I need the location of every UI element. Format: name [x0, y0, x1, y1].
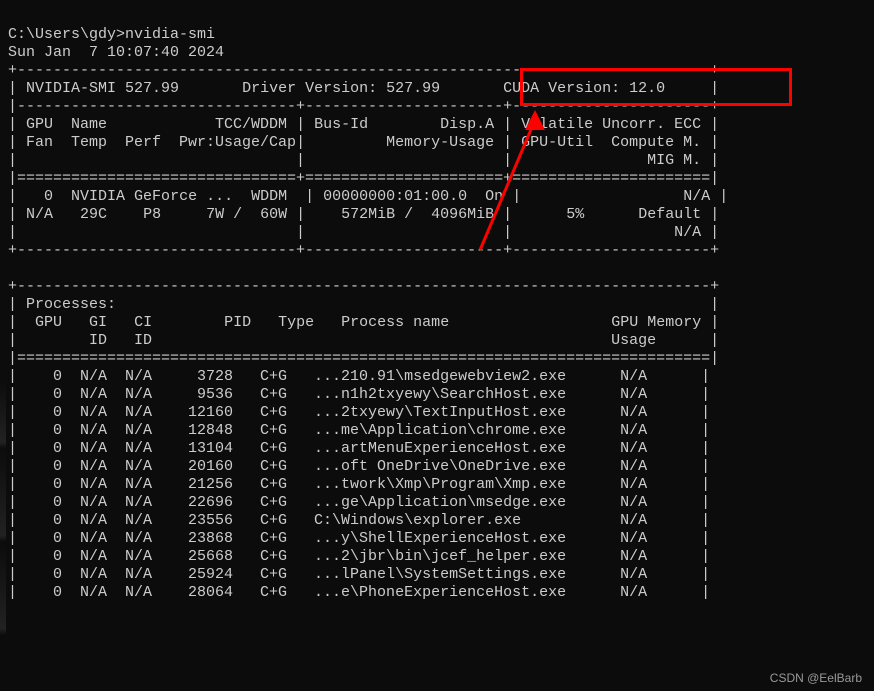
proc-header-gi: GI	[89, 314, 107, 331]
gpu-mode: WDDM	[251, 188, 287, 205]
driver-version: Driver Version: 527.99	[242, 80, 440, 97]
proc-header-name: Process name	[341, 314, 449, 331]
timestamp: Sun Jan 7 10:07:40 2024	[8, 44, 224, 61]
left-edge-decoration	[0, 380, 6, 691]
gpu-name: NVIDIA GeForce ...	[71, 188, 233, 205]
gpu-header-col1b: Fan Temp Perf Pwr:Usage/Cap	[26, 134, 296, 151]
gpu-fan: N/A	[26, 206, 53, 223]
gpu-perf: P8	[143, 206, 161, 223]
gpu-pwr: 7W / 60W	[206, 206, 287, 223]
terminal-output: C:\Users\gdy>nvidia-smi Sun Jan 7 10:07:…	[0, 8, 874, 602]
gpu-id: 0	[44, 188, 53, 205]
gpu-header-col3b: GPU-Util Compute M.	[521, 134, 701, 151]
proc-header-pid: PID	[224, 314, 251, 331]
gpu-header-col1: GPU Name TCC/WDDM	[26, 116, 287, 133]
gpu-ecc: N/A	[683, 188, 710, 205]
gpu-header-col3c: MIG M.	[647, 152, 701, 169]
proc-header-usage: Usage	[611, 332, 656, 349]
gpu-header-col3: Volatile Uncorr. ECC	[521, 116, 701, 133]
cuda-version: CUDA Version: 12.0	[503, 80, 665, 97]
gpu-disp-a: On	[485, 188, 503, 205]
gpu-temp: 29C	[80, 206, 107, 223]
command-prompt: C:\Users\gdy>nvidia-smi	[8, 26, 215, 43]
gpu-bus-id: 00000000:01:00.0	[323, 188, 467, 205]
proc-header-memory: GPU Memory	[611, 314, 701, 331]
proc-header-ci: CI	[134, 314, 152, 331]
proc-header-gi-id: ID	[89, 332, 107, 349]
proc-header-ci-id: ID	[134, 332, 152, 349]
proc-header-type: Type	[278, 314, 314, 331]
gpu-compute: Default	[638, 206, 701, 223]
gpu-memory: 572MiB / 4096MiB	[341, 206, 494, 223]
gpu-header-col2b: Memory-Usage	[386, 134, 494, 151]
gpu-mig: N/A	[674, 224, 701, 241]
gpu-util: 5%	[566, 206, 584, 223]
nvidia-smi-version: NVIDIA-SMI 527.99	[26, 80, 179, 97]
processes-title: Processes:	[26, 296, 116, 313]
gpu-header-col2: Bus-Id Disp.A	[314, 116, 494, 133]
proc-header-gpu: GPU	[35, 314, 62, 331]
watermark: CSDN @EelBarb	[770, 671, 862, 685]
